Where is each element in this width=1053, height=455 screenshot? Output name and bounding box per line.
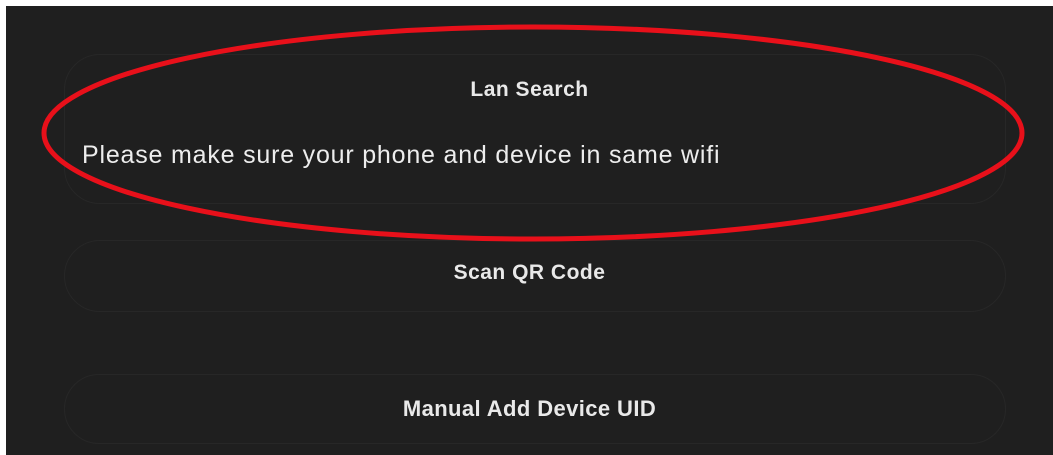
- manual-add-device-uid-title[interactable]: Manual Add Device UID: [6, 396, 1053, 422]
- add-device-screen: Lan Search Please make sure your phone a…: [6, 6, 1053, 455]
- lan-search-hint: Please make sure your phone and device i…: [82, 141, 721, 169]
- scan-qr-code-title[interactable]: Scan QR Code: [6, 260, 1053, 286]
- lan-search-title[interactable]: Lan Search: [6, 77, 1053, 103]
